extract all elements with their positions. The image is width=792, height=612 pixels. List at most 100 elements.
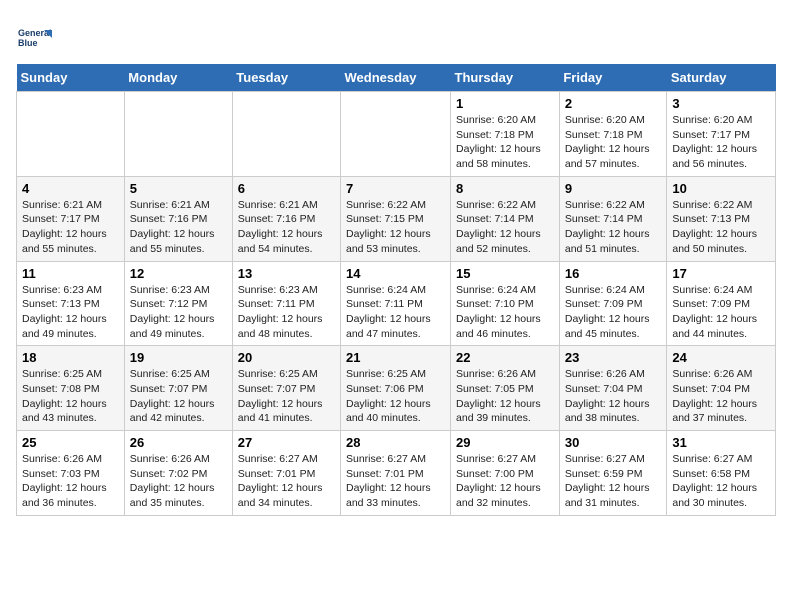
- day-info: Sunrise: 6:25 AM Sunset: 7:06 PM Dayligh…: [346, 367, 445, 426]
- day-number: 3: [672, 96, 770, 111]
- day-number: 9: [565, 181, 662, 196]
- day-cell: 8 Sunrise: 6:22 AM Sunset: 7:14 PM Daylig…: [451, 176, 560, 261]
- day-info: Sunrise: 6:25 AM Sunset: 7:07 PM Dayligh…: [238, 367, 335, 426]
- day-cell: 19Sunrise: 6:25 AM Sunset: 7:07 PM Dayli…: [124, 346, 232, 431]
- day-info: Sunrise: 6:25 AM Sunset: 7:08 PM Dayligh…: [22, 367, 119, 426]
- day-number: 13: [238, 266, 335, 281]
- svg-text:Blue: Blue: [18, 38, 38, 48]
- day-number: 23: [565, 350, 662, 365]
- day-info: Sunrise: 6:27 AM Sunset: 6:59 PM Dayligh…: [565, 452, 662, 511]
- day-cell: 14Sunrise: 6:24 AM Sunset: 7:11 PM Dayli…: [341, 261, 451, 346]
- week-row-1: 1 Sunrise: 6:20 AM Sunset: 7:18 PM Daylig…: [17, 92, 776, 177]
- day-cell: 15 Sunrise: 6:24 AM Sunset: 7:10 PM Dayli…: [451, 261, 560, 346]
- day-number: 21: [346, 350, 445, 365]
- day-info: Sunrise: 6:21 AM Sunset: 7:17 PM Dayligh…: [22, 198, 119, 257]
- day-number: 16: [565, 266, 662, 281]
- day-info: Sunrise: 6:20 AM Sunset: 7:18 PM Dayligh…: [565, 113, 662, 172]
- day-number: 10: [672, 181, 770, 196]
- day-info: Sunrise: 6:26 AM Sunset: 7:03 PM Dayligh…: [22, 452, 119, 511]
- day-cell: 29 Sunrise: 6:27 AM Sunset: 7:00 PM Dayli…: [451, 431, 560, 516]
- week-row-3: 11 Sunrise: 6:23 AM Sunset: 7:13 PM Dayli…: [17, 261, 776, 346]
- day-info: Sunrise: 6:20 AM Sunset: 7:18 PM Dayligh…: [456, 113, 554, 172]
- day-cell: [17, 92, 125, 177]
- day-number: 1: [456, 96, 554, 111]
- svg-text:General: General: [18, 28, 52, 38]
- day-number: 5: [130, 181, 227, 196]
- day-info: Sunrise: 6:21 AM Sunset: 7:16 PM Dayligh…: [238, 198, 335, 257]
- day-number: 29: [456, 435, 554, 450]
- day-info: Sunrise: 6:25 AM Sunset: 7:07 PM Dayligh…: [130, 367, 227, 426]
- day-cell: 6 Sunrise: 6:21 AM Sunset: 7:16 PM Daylig…: [232, 176, 340, 261]
- day-cell: 21 Sunrise: 6:25 AM Sunset: 7:06 PM Dayli…: [341, 346, 451, 431]
- day-cell: 9 Sunrise: 6:22 AM Sunset: 7:14 PM Daylig…: [559, 176, 667, 261]
- day-cell: 16 Sunrise: 6:24 AM Sunset: 7:09 PM Dayli…: [559, 261, 667, 346]
- day-number: 27: [238, 435, 335, 450]
- day-number: 20: [238, 350, 335, 365]
- day-cell: 5 Sunrise: 6:21 AM Sunset: 7:16 PM Daylig…: [124, 176, 232, 261]
- col-header-friday: Friday: [559, 64, 667, 92]
- day-info: Sunrise: 6:24 AM Sunset: 7:10 PM Dayligh…: [456, 283, 554, 342]
- header-row: SundayMondayTuesdayWednesdayThursdayFrid…: [17, 64, 776, 92]
- day-info: Sunrise: 6:22 AM Sunset: 7:13 PM Dayligh…: [672, 198, 770, 257]
- day-number: 28: [346, 435, 445, 450]
- day-info: Sunrise: 6:27 AM Sunset: 7:01 PM Dayligh…: [238, 452, 335, 511]
- day-cell: [341, 92, 451, 177]
- day-info: Sunrise: 6:23 AM Sunset: 7:12 PM Dayligh…: [130, 283, 227, 342]
- calendar-table: SundayMondayTuesdayWednesdayThursdayFrid…: [16, 64, 776, 516]
- day-number: 15: [456, 266, 554, 281]
- day-cell: [124, 92, 232, 177]
- logo: General Blue: [16, 20, 56, 56]
- day-info: Sunrise: 6:22 AM Sunset: 7:14 PM Dayligh…: [565, 198, 662, 257]
- logo-icon: General Blue: [16, 20, 52, 56]
- day-cell: 31 Sunrise: 6:27 AM Sunset: 6:58 PM Dayli…: [667, 431, 776, 516]
- day-number: 2: [565, 96, 662, 111]
- day-info: Sunrise: 6:23 AM Sunset: 7:13 PM Dayligh…: [22, 283, 119, 342]
- day-cell: 28 Sunrise: 6:27 AM Sunset: 7:01 PM Dayli…: [341, 431, 451, 516]
- day-cell: 1 Sunrise: 6:20 AM Sunset: 7:18 PM Daylig…: [451, 92, 560, 177]
- day-cell: [232, 92, 340, 177]
- day-info: Sunrise: 6:26 AM Sunset: 7:04 PM Dayligh…: [565, 367, 662, 426]
- week-row-4: 18 Sunrise: 6:25 AM Sunset: 7:08 PM Dayli…: [17, 346, 776, 431]
- day-cell: 11 Sunrise: 6:23 AM Sunset: 7:13 PM Dayli…: [17, 261, 125, 346]
- week-row-2: 4 Sunrise: 6:21 AM Sunset: 7:17 PM Daylig…: [17, 176, 776, 261]
- col-header-thursday: Thursday: [451, 64, 560, 92]
- day-info: Sunrise: 6:24 AM Sunset: 7:09 PM Dayligh…: [565, 283, 662, 342]
- day-cell: 20 Sunrise: 6:25 AM Sunset: 7:07 PM Dayli…: [232, 346, 340, 431]
- day-info: Sunrise: 6:21 AM Sunset: 7:16 PM Dayligh…: [130, 198, 227, 257]
- day-info: Sunrise: 6:26 AM Sunset: 7:04 PM Dayligh…: [672, 367, 770, 426]
- day-number: 22: [456, 350, 554, 365]
- header: General Blue: [16, 16, 776, 56]
- day-number: 25: [22, 435, 119, 450]
- col-header-saturday: Saturday: [667, 64, 776, 92]
- day-cell: 22 Sunrise: 6:26 AM Sunset: 7:05 PM Dayli…: [451, 346, 560, 431]
- day-cell: 13 Sunrise: 6:23 AM Sunset: 7:11 PM Dayli…: [232, 261, 340, 346]
- day-number: 24: [672, 350, 770, 365]
- day-cell: 30 Sunrise: 6:27 AM Sunset: 6:59 PM Dayli…: [559, 431, 667, 516]
- day-number: 17: [672, 266, 770, 281]
- day-number: 8: [456, 181, 554, 196]
- day-cell: 3Sunrise: 6:20 AM Sunset: 7:17 PM Daylig…: [667, 92, 776, 177]
- day-number: 4: [22, 181, 119, 196]
- day-number: 18: [22, 350, 119, 365]
- day-cell: 17 Sunrise: 6:24 AM Sunset: 7:09 PM Dayli…: [667, 261, 776, 346]
- col-header-wednesday: Wednesday: [341, 64, 451, 92]
- day-info: Sunrise: 6:26 AM Sunset: 7:05 PM Dayligh…: [456, 367, 554, 426]
- day-info: Sunrise: 6:23 AM Sunset: 7:11 PM Dayligh…: [238, 283, 335, 342]
- col-header-monday: Monday: [124, 64, 232, 92]
- day-cell: 7Sunrise: 6:22 AM Sunset: 7:15 PM Daylig…: [341, 176, 451, 261]
- day-info: Sunrise: 6:22 AM Sunset: 7:14 PM Dayligh…: [456, 198, 554, 257]
- day-number: 30: [565, 435, 662, 450]
- day-info: Sunrise: 6:27 AM Sunset: 6:58 PM Dayligh…: [672, 452, 770, 511]
- day-info: Sunrise: 6:22 AM Sunset: 7:15 PM Dayligh…: [346, 198, 445, 257]
- day-info: Sunrise: 6:27 AM Sunset: 7:01 PM Dayligh…: [346, 452, 445, 511]
- day-cell: 10 Sunrise: 6:22 AM Sunset: 7:13 PM Dayli…: [667, 176, 776, 261]
- day-info: Sunrise: 6:27 AM Sunset: 7:00 PM Dayligh…: [456, 452, 554, 511]
- day-number: 6: [238, 181, 335, 196]
- day-number: 31: [672, 435, 770, 450]
- day-number: 11: [22, 266, 119, 281]
- day-info: Sunrise: 6:24 AM Sunset: 7:09 PM Dayligh…: [672, 283, 770, 342]
- day-cell: 2 Sunrise: 6:20 AM Sunset: 7:18 PM Daylig…: [559, 92, 667, 177]
- day-cell: 4 Sunrise: 6:21 AM Sunset: 7:17 PM Daylig…: [17, 176, 125, 261]
- day-cell: 12Sunrise: 6:23 AM Sunset: 7:12 PM Dayli…: [124, 261, 232, 346]
- col-header-tuesday: Tuesday: [232, 64, 340, 92]
